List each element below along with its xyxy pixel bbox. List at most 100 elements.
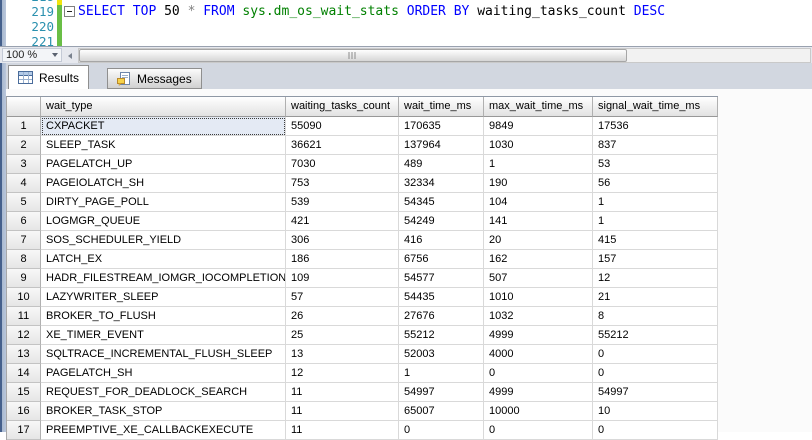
grid-cell[interactable]: 4999 — [484, 383, 593, 402]
grid-cell[interactable]: 52003 — [399, 345, 484, 364]
grid-cell[interactable]: PAGELATCH_SH — [41, 364, 286, 383]
grid-cell[interactable]: 27676 — [399, 307, 484, 326]
grid-cell[interactable]: 4000 — [484, 345, 593, 364]
grid-cell[interactable]: 0 — [593, 345, 718, 364]
grid-cell[interactable]: 137964 — [399, 136, 484, 155]
row-number-cell[interactable]: 7 — [7, 231, 41, 250]
sql-editor[interactable]: 218219SELECT TOP 50 * FROM sys.dm_os_wai… — [6, 0, 812, 46]
grid-cell[interactable]: 1010 — [484, 288, 593, 307]
tab-messages[interactable]: Messages — [107, 68, 202, 89]
row-number-cell[interactable]: 2 — [7, 136, 41, 155]
collapse-minus-icon[interactable] — [64, 6, 75, 17]
row-number-cell[interactable]: 15 — [7, 383, 41, 402]
grid-cell[interactable]: 10 — [593, 402, 718, 421]
grid-cell[interactable]: 416 — [399, 231, 484, 250]
grid-cell[interactable]: SOS_SCHEDULER_YIELD — [41, 231, 286, 250]
grid-cell[interactable]: 11 — [286, 421, 399, 440]
grid-cell[interactable]: 1 — [593, 212, 718, 231]
grid-cell[interactable]: 54345 — [399, 193, 484, 212]
grid-cell[interactable]: 55090 — [286, 117, 399, 136]
grid-cell[interactable]: 0 — [399, 421, 484, 440]
grid-cell[interactable]: 9849 — [484, 117, 593, 136]
grid-cell[interactable]: 0 — [593, 364, 718, 383]
row-number-cell[interactable]: 1 — [7, 117, 41, 136]
grid-cell[interactable]: BROKER_TO_FLUSH — [41, 307, 286, 326]
scroll-left-button[interactable] — [64, 49, 76, 62]
column-header[interactable]: wait_type — [41, 97, 286, 117]
grid-cell[interactable]: 54249 — [399, 212, 484, 231]
row-number-cell[interactable]: 8 — [7, 250, 41, 269]
grid-cell[interactable]: 32334 — [399, 174, 484, 193]
grid-cell[interactable]: 162 — [484, 250, 593, 269]
grid-cell[interactable]: LAZYWRITER_SLEEP — [41, 288, 286, 307]
row-number-cell[interactable]: 16 — [7, 402, 41, 421]
zoom-dropdown[interactable]: 100 % — [2, 48, 62, 62]
grid-cell[interactable]: DIRTY_PAGE_POLL — [41, 193, 286, 212]
grid-cell[interactable]: 0 — [484, 364, 593, 383]
grid-cell[interactable]: 1 — [593, 193, 718, 212]
grid-cell[interactable]: SQLTRACE_INCREMENTAL_FLUSH_SLEEP — [41, 345, 286, 364]
grid-cell[interactable]: PAGELATCH_UP — [41, 155, 286, 174]
column-header[interactable]: wait_time_ms — [399, 97, 484, 117]
grid-cell[interactable]: 507 — [484, 269, 593, 288]
grid-cell[interactable]: BROKER_TASK_STOP — [41, 402, 286, 421]
grid-cell[interactable]: 55212 — [399, 326, 484, 345]
grid-cell[interactable]: CXPACKET — [41, 117, 286, 136]
grid-cell[interactable]: 1030 — [484, 136, 593, 155]
grid-cell[interactable]: 65007 — [399, 402, 484, 421]
grid-cell[interactable]: HADR_FILESTREAM_IOMGR_IOCOMPLETION — [41, 269, 286, 288]
grid-cell[interactable]: 421 — [286, 212, 399, 231]
scrollbar-thumb[interactable] — [79, 49, 627, 62]
grid-cell[interactable]: 54997 — [399, 383, 484, 402]
grid-cell[interactable]: 157 — [593, 250, 718, 269]
grid-corner-cell[interactable] — [7, 97, 41, 117]
grid-cell[interactable]: 21 — [593, 288, 718, 307]
grid-cell[interactable]: 54997 — [593, 383, 718, 402]
grid-cell[interactable]: 837 — [593, 136, 718, 155]
grid-cell[interactable]: 12 — [593, 269, 718, 288]
grid-cell[interactable]: 1 — [484, 155, 593, 174]
row-number-cell[interactable]: 10 — [7, 288, 41, 307]
grid-cell[interactable]: 10000 — [484, 402, 593, 421]
grid-cell[interactable]: 415 — [593, 231, 718, 250]
row-number-cell[interactable]: 6 — [7, 212, 41, 231]
row-number-cell[interactable]: 9 — [7, 269, 41, 288]
row-number-cell[interactable]: 5 — [7, 193, 41, 212]
grid-cell[interactable]: 11 — [286, 383, 399, 402]
grid-cell[interactable]: 753 — [286, 174, 399, 193]
grid-cell[interactable]: LATCH_EX — [41, 250, 286, 269]
column-header[interactable]: waiting_tasks_count — [286, 97, 399, 117]
grid-cell[interactable]: 141 — [484, 212, 593, 231]
grid-cell[interactable]: 11 — [286, 402, 399, 421]
grid-cell[interactable]: 0 — [484, 421, 593, 440]
row-number-cell[interactable]: 17 — [7, 421, 41, 440]
grid-cell[interactable]: 539 — [286, 193, 399, 212]
grid-cell[interactable]: 55212 — [593, 326, 718, 345]
grid-cell[interactable]: 54577 — [399, 269, 484, 288]
editor-line[interactable]: 220 — [6, 19, 812, 34]
grid-cell[interactable]: 186 — [286, 250, 399, 269]
grid-cell[interactable]: 54435 — [399, 288, 484, 307]
row-number-cell[interactable]: 4 — [7, 174, 41, 193]
grid-cell[interactable]: SLEEP_TASK — [41, 136, 286, 155]
grid-cell[interactable]: REQUEST_FOR_DEADLOCK_SEARCH — [41, 383, 286, 402]
grid-cell[interactable]: PREEMPTIVE_XE_CALLBACKEXECUTE — [41, 421, 286, 440]
grid-cell[interactable]: 20 — [484, 231, 593, 250]
grid-cell[interactable]: XE_TIMER_EVENT — [41, 326, 286, 345]
grid-cell[interactable]: 57 — [286, 288, 399, 307]
editor-line[interactable]: 221 — [6, 34, 812, 46]
row-number-cell[interactable]: 13 — [7, 345, 41, 364]
grid-cell[interactable]: 53 — [593, 155, 718, 174]
grid-cell[interactable]: 170635 — [399, 117, 484, 136]
grid-cell[interactable]: 36621 — [286, 136, 399, 155]
horizontal-scrollbar[interactable] — [78, 48, 811, 63]
grid-cell[interactable]: 0 — [593, 421, 718, 440]
grid-cell[interactable]: 104 — [484, 193, 593, 212]
grid-cell[interactable]: 190 — [484, 174, 593, 193]
grid-cell[interactable]: 306 — [286, 231, 399, 250]
grid-cell[interactable]: 26 — [286, 307, 399, 326]
tab-results[interactable]: Results — [8, 65, 89, 89]
row-number-cell[interactable]: 14 — [7, 364, 41, 383]
grid-cell[interactable]: 6756 — [399, 250, 484, 269]
grid-cell[interactable]: 489 — [399, 155, 484, 174]
